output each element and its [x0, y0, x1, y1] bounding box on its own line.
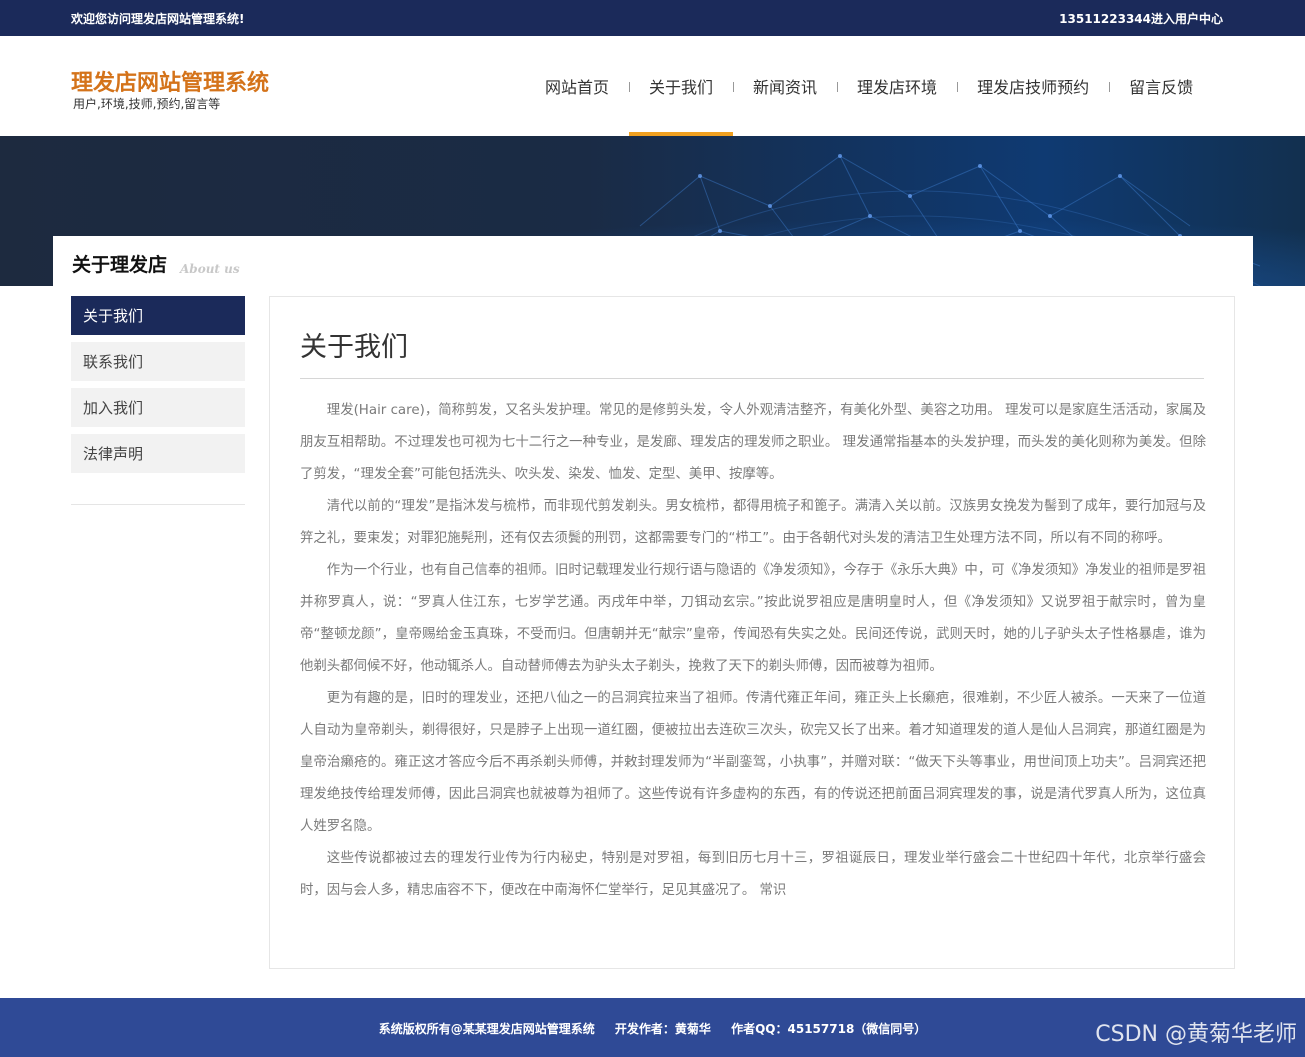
- nav-item-environment[interactable]: 理发店环境: [837, 36, 957, 136]
- sidebar-item-join[interactable]: 加入我们: [71, 388, 245, 427]
- nav-item-about[interactable]: 关于我们: [629, 36, 734, 136]
- article-paragraph: 这些传说都被过去的理发行业传为行内秘史，特别是对罗祖，每到旧历七月十三，罗祖诞辰…: [300, 851, 1206, 898]
- title-divider: [300, 378, 1204, 379]
- sidebar-item-legal[interactable]: 法律声明: [71, 434, 245, 473]
- sidebar-divider: [71, 504, 245, 505]
- site-title[interactable]: 理发店网站管理系统: [71, 65, 269, 97]
- footer-author: 开发作者：黄菊华: [614, 1022, 711, 1036]
- section-title: 关于理发店: [72, 254, 168, 276]
- main-nav: 网站首页 关于我们 新闻资讯 理发店环境 理发店技师预约 留言反馈: [525, 36, 1213, 136]
- site-header: 理发店网站管理系统 用户,环境,技师,预约,留言等 网站首页 关于我们 新闻资讯…: [0, 36, 1305, 136]
- article-paragraph: 作为一个行业，也有自己信奉的祖师。旧时记载理发业行规行语与隐语的《净发须知》，今…: [300, 563, 1206, 674]
- footer-copyright: 系统版权所有@某某理发店网站管理系统: [378, 1022, 595, 1036]
- nav-item-barber-booking[interactable]: 理发店技师预约: [957, 36, 1109, 136]
- article-body: 理发(Hair care)，简称剪发，又名头发护理。常见的是修剪头发，令人外观清…: [300, 395, 1206, 907]
- sidebar: 关于我们 联系我们 加入我们 法律声明: [71, 296, 245, 480]
- footer-qq: 作者QQ：45157718（微信同号）: [731, 1022, 927, 1036]
- csdn-watermark: CSDN @黄菊华老师: [1095, 1022, 1297, 1047]
- sidebar-item-contact[interactable]: 联系我们: [71, 342, 245, 381]
- content-panel: 关于我们 理发(Hair care)，简称剪发，又名头发护理。常见的是修剪头发，…: [269, 296, 1235, 969]
- section-title-english: About us: [180, 262, 240, 276]
- welcome-text: 欢迎您访问理发店网站管理系统!: [71, 12, 245, 26]
- site-footer: 系统版权所有@某某理发店网站管理系统 开发作者：黄菊华 作者QQ：4515771…: [0, 998, 1305, 1057]
- sidebar-item-about[interactable]: 关于我们: [71, 296, 245, 335]
- nav-item-home[interactable]: 网站首页: [525, 36, 629, 136]
- nav-item-feedback[interactable]: 留言反馈: [1109, 36, 1213, 136]
- page-title: 关于我们: [300, 332, 408, 363]
- section-header: 关于理发店 About us: [53, 236, 1253, 286]
- user-center-link[interactable]: 13511223344进入用户中心: [1059, 10, 1223, 27]
- nav-item-news[interactable]: 新闻资讯: [733, 36, 837, 136]
- article-paragraph: 更为有趣的是，旧时的理发业，还把八仙之一的吕洞宾拉来当了祖师。传清代雍正年间，雍…: [300, 691, 1206, 834]
- site-subtitle: 用户,环境,技师,预约,留言等: [73, 97, 221, 111]
- top-bar: 欢迎您访问理发店网站管理系统! 13511223344进入用户中心: [0, 0, 1305, 36]
- article-paragraph: 理发(Hair care)，简称剪发，又名头发护理。常见的是修剪头发，令人外观清…: [300, 403, 1206, 482]
- article-paragraph: 清代以前的“理发”是指沐发与梳栉，而非现代剪发剃头。男女梳栉，都得用梳子和篦子。…: [300, 499, 1206, 546]
